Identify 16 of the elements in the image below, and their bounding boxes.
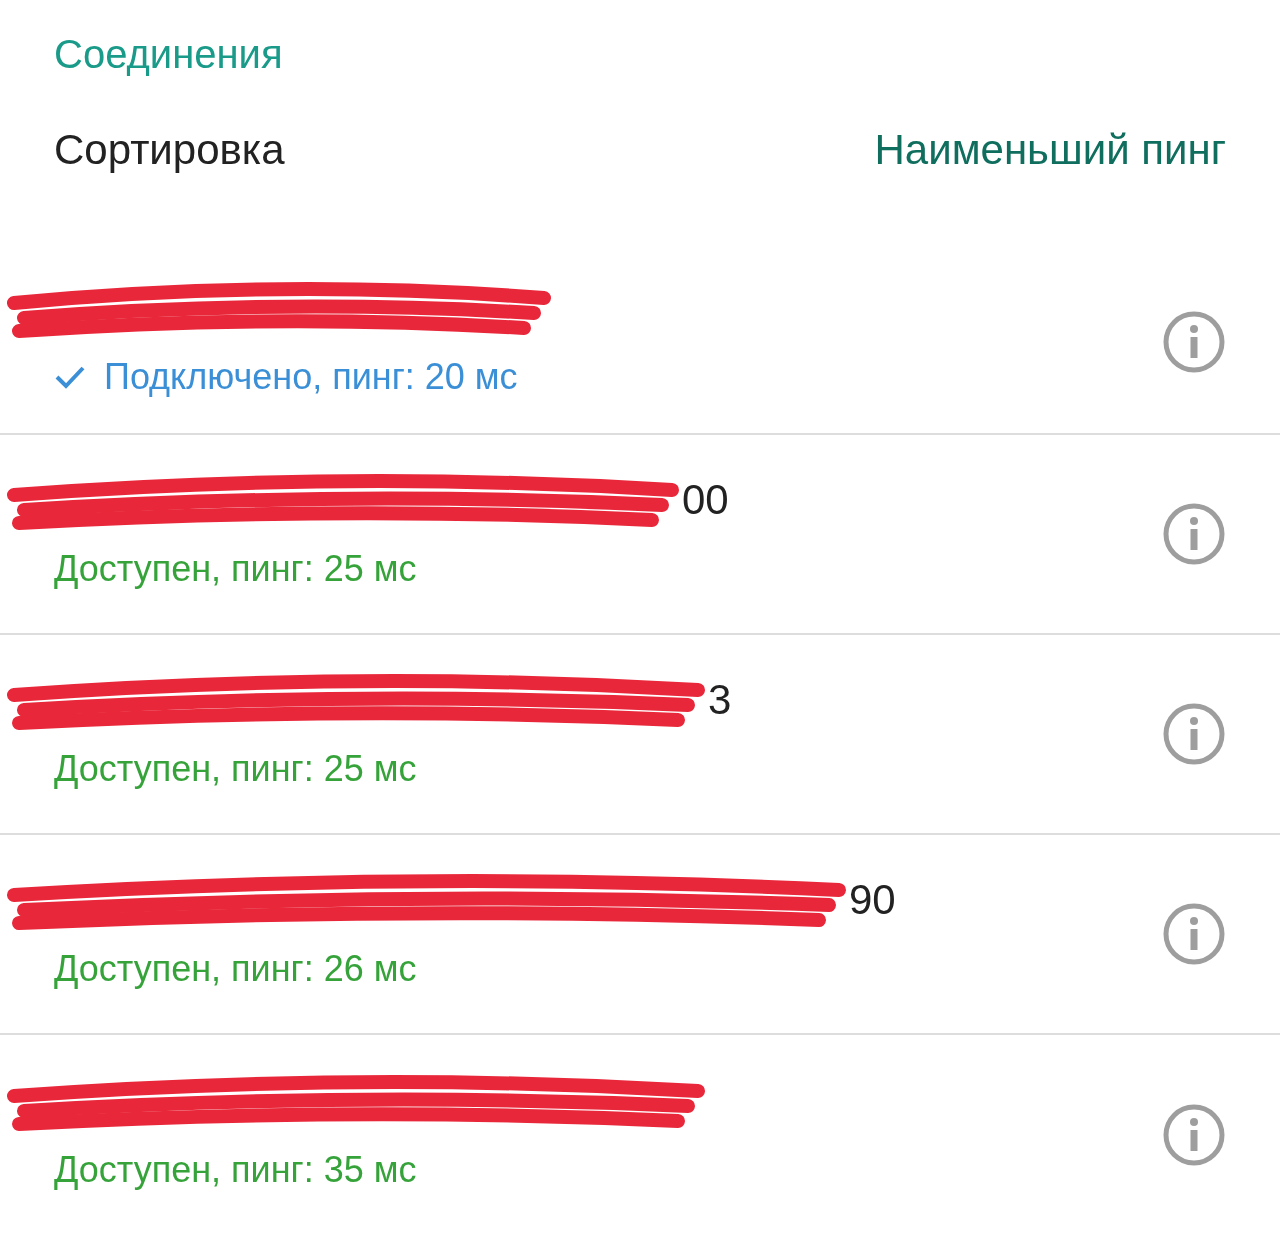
info-icon[interactable] <box>1162 1103 1226 1167</box>
server-name: 3 <box>708 676 732 724</box>
server-name: 90 <box>849 876 896 924</box>
info-icon[interactable] <box>1162 310 1226 374</box>
server-name: 00 <box>682 476 729 524</box>
connection-status: Доступен, пинг: 35 мс <box>54 1149 417 1191</box>
connection-status: Доступен, пинг: 26 мс <box>54 948 417 990</box>
info-icon[interactable] <box>1162 902 1226 966</box>
section-title: Соединения <box>53 31 284 78</box>
info-icon[interactable] <box>1162 702 1226 766</box>
connection-status: Доступен, пинг: 25 мс <box>54 548 417 590</box>
sort-label: Сортировка <box>54 125 285 174</box>
info-icon[interactable] <box>1162 502 1226 566</box>
sort-value[interactable]: Наименьший пинг <box>874 125 1226 174</box>
connection-status: Доступен, пинг: 25 мс <box>54 748 417 790</box>
connection-status: Подключено, пинг: 20 мс <box>104 356 518 398</box>
